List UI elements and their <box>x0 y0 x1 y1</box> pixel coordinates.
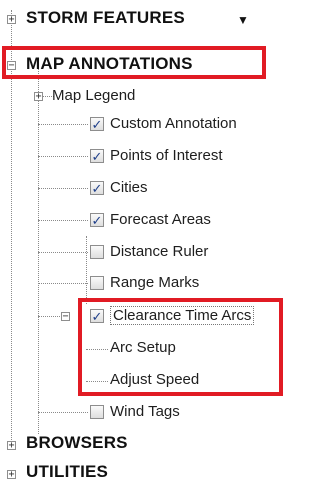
points-of-interest-label[interactable]: Points of Interest <box>110 147 223 164</box>
connector <box>38 156 88 157</box>
map-legend-expand-icon[interactable]: + <box>34 92 43 102</box>
custom-annotation-label[interactable]: Custom Annotation <box>110 115 237 132</box>
utilities-expand-icon[interactable]: + <box>7 470 16 480</box>
connector <box>38 283 88 284</box>
connector <box>38 252 88 253</box>
range-marks-label[interactable]: Range Marks <box>110 274 199 291</box>
distance-ruler-label[interactable]: Distance Ruler <box>110 243 208 260</box>
forecast-areas-checkbox[interactable]: ✓ <box>90 213 104 227</box>
clearance-time-arcs-checkbox[interactable]: ✓ <box>90 309 104 323</box>
layer-tree-panel: + STORM FEATURES ▼ − MAP ANNOTATIONS + M… <box>0 0 313 498</box>
browsers-expand-icon[interactable]: + <box>7 441 16 451</box>
custom-annotation-checkbox[interactable]: ✓ <box>90 117 104 131</box>
storm-features-label[interactable]: STORM FEATURES <box>26 8 185 28</box>
clearance-time-arcs-collapse-icon[interactable]: − <box>61 312 70 322</box>
connector <box>38 188 88 189</box>
connector <box>38 316 62 317</box>
cities-label[interactable]: Cities <box>110 179 148 196</box>
tree-line-root <box>11 10 12 440</box>
chevron-down-icon[interactable]: ▼ <box>237 13 249 27</box>
map-annotations-collapse-icon[interactable]: − <box>7 61 16 71</box>
connector <box>38 124 88 125</box>
storm-features-expand-icon[interactable]: + <box>7 15 16 25</box>
arc-setup-label[interactable]: Arc Setup <box>110 339 176 356</box>
points-of-interest-checkbox[interactable]: ✓ <box>90 149 104 163</box>
adjust-speed-label[interactable]: Adjust Speed <box>110 371 199 388</box>
tree-line-clearance <box>86 236 87 304</box>
wind-tags-checkbox[interactable] <box>90 405 104 419</box>
connector <box>86 381 108 382</box>
distance-ruler-checkbox[interactable] <box>90 245 104 259</box>
forecast-areas-label[interactable]: Forecast Areas <box>110 211 211 228</box>
browsers-label[interactable]: BROWSERS <box>26 433 128 453</box>
map-annotations-label[interactable]: MAP ANNOTATIONS <box>26 54 193 74</box>
map-legend-label[interactable]: Map Legend <box>52 87 135 104</box>
wind-tags-label[interactable]: Wind Tags <box>110 403 180 420</box>
range-marks-checkbox[interactable] <box>90 276 104 290</box>
clearance-time-arcs-label[interactable]: Clearance Time Arcs <box>110 306 255 325</box>
connector <box>38 220 88 221</box>
cities-checkbox[interactable]: ✓ <box>90 181 104 195</box>
tree-line-map-annotations <box>38 68 39 434</box>
connector <box>38 412 88 413</box>
connector <box>86 349 108 350</box>
utilities-label[interactable]: UTILITIES <box>26 462 108 482</box>
